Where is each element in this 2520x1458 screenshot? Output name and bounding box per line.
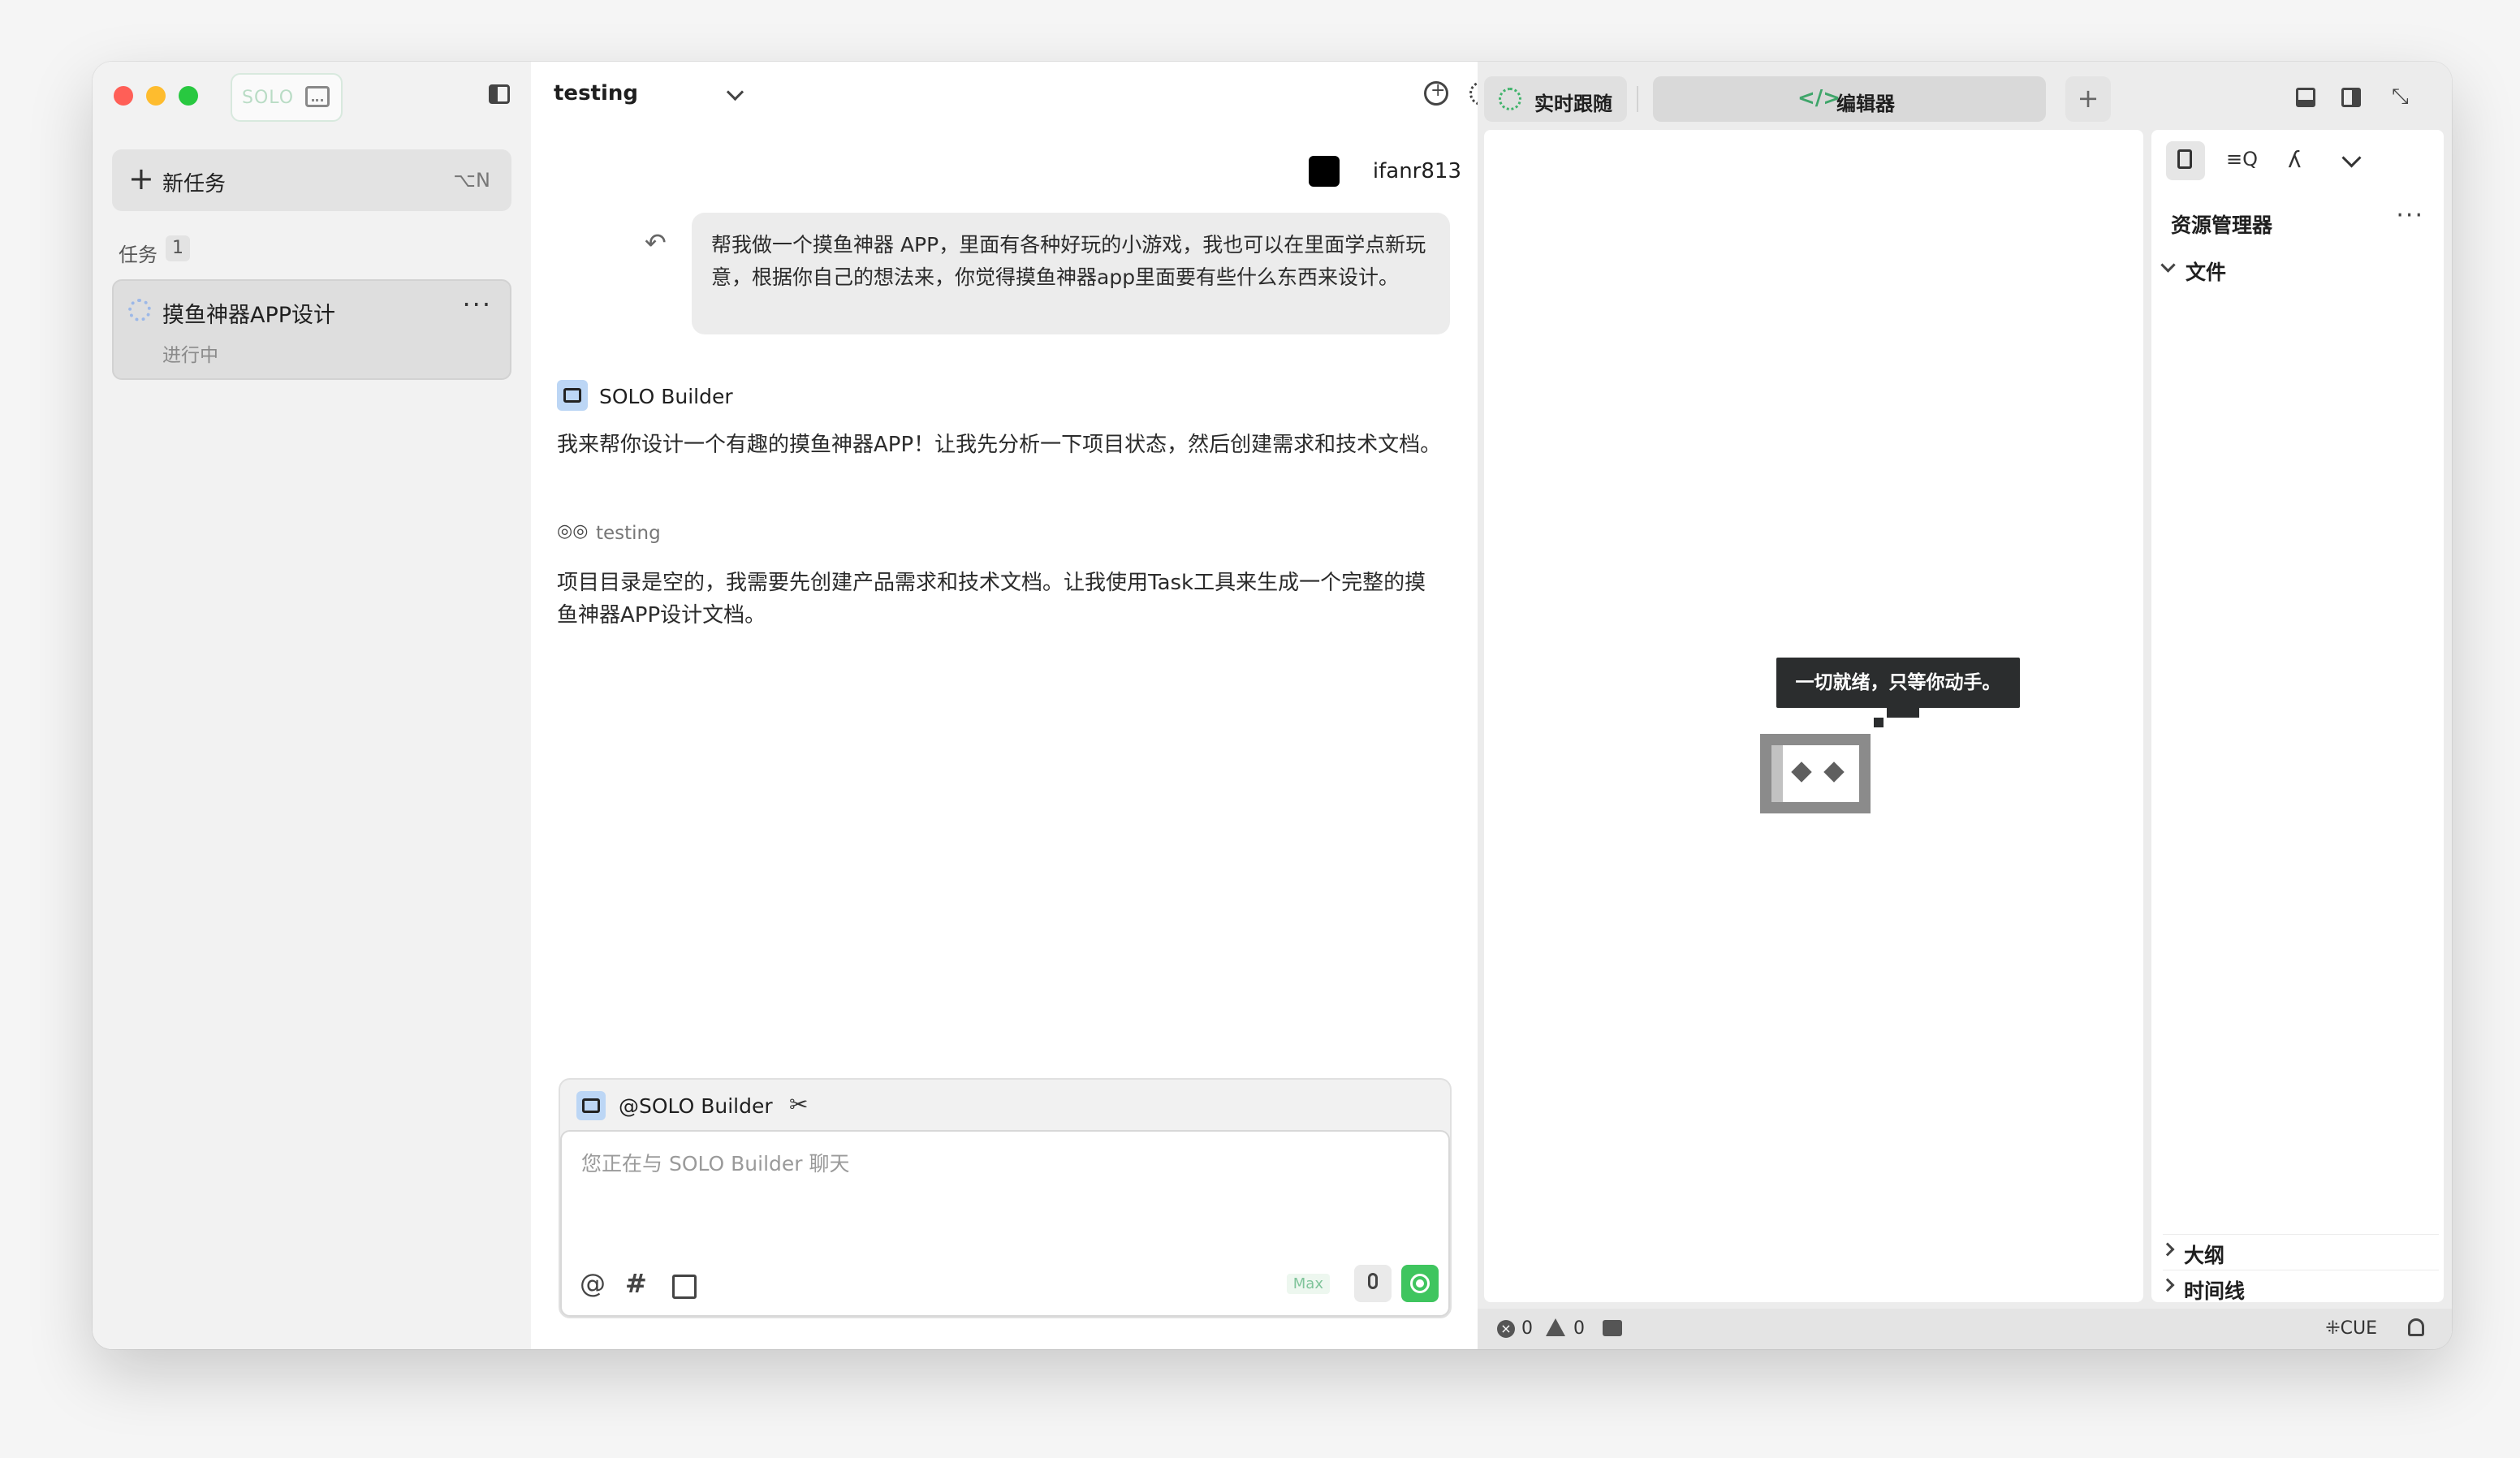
at-mention-icon[interactable]: @ [580, 1268, 606, 1299]
sidebar: SOLO + 新任务 ⌥N 任务 1 摸鱼神器APP设计 ··· 进行中 [93, 62, 531, 1349]
toggle-side-panel-icon[interactable] [2341, 88, 2361, 107]
task-status: 进行中 [162, 345, 218, 366]
hash-icon[interactable]: # [625, 1268, 647, 1299]
add-tab-button[interactable]: + [2065, 76, 2111, 122]
new-chat-icon[interactable] [1424, 80, 1448, 106]
glasses-icon: ◎◎ [557, 521, 589, 541]
live-follow-icon [1499, 88, 1521, 110]
warning-icon[interactable] [1546, 1318, 1565, 1336]
timeline-label: 时间线 [2184, 1279, 2246, 1303]
mascot-icon [1760, 734, 1871, 813]
chat-title[interactable]: testing [554, 81, 638, 106]
right-panel: 实时跟随 </> 编辑器 + ⤡ 一切就绪，只等你动手。 ≡Q ʎ 资源管理器 … [1478, 62, 2452, 1349]
tools-icon[interactable]: ✂ [789, 1091, 808, 1118]
microphone-button[interactable] [1354, 1265, 1392, 1302]
code-icon: </> [1797, 86, 1841, 110]
explorer-title: 资源管理器 [2171, 214, 2273, 237]
tab-label: 编辑器 [1836, 93, 1895, 115]
bell-icon[interactable] [2408, 1318, 2424, 1336]
close-window-button[interactable] [114, 86, 133, 106]
more-options-icon[interactable]: ··· [2396, 201, 2424, 230]
terminal-icon[interactable] [1603, 1320, 1622, 1336]
outline-section[interactable]: 大纲 [2160, 1234, 2439, 1267]
language-mode[interactable]: ⁜CUE [2325, 1318, 2377, 1339]
tab-editor[interactable]: </> 编辑器 [1653, 76, 2046, 122]
sidebar-toggle-icon[interactable] [489, 84, 510, 104]
solo-label: SOLO [242, 88, 295, 108]
plus-icon: + [128, 161, 154, 196]
user-name: ifanr813 [1372, 159, 1461, 183]
tooltip-tail [1887, 708, 1919, 718]
user-message-bubble: 帮我做一个摸鱼神器 APP，里面有各种好玩的小游戏，我也可以在里面学点新玩意，根… [692, 213, 1450, 334]
chevron-down-icon[interactable] [2332, 141, 2371, 180]
bot-logo-icon [576, 1091, 606, 1120]
chevron-down-icon [2160, 257, 2176, 273]
bot-message: 项目目录是空的，我需要先创建产品需求和技术文档。让我使用Task工具来生成一个完… [557, 571, 1426, 628]
explorer-panel: 资源管理器 ··· 文件 大纲 时间线 [2151, 130, 2444, 1303]
task-title: 摸鱼神器APP设计 [162, 303, 336, 328]
image-icon[interactable] [672, 1275, 697, 1299]
chevron-right-icon [2160, 1278, 2175, 1292]
bot-name: SOLO Builder [599, 385, 733, 408]
chevron-right-icon [2160, 1242, 2175, 1257]
collapse-icon[interactable]: ⤡ [2392, 84, 2411, 109]
new-task-shortcut: ⌥N [453, 169, 490, 192]
bot-logo-icon [557, 380, 588, 411]
tasks-header: 任务 [119, 244, 158, 266]
language-label: CUE [2340, 1318, 2377, 1339]
loading-spinner-icon [128, 299, 151, 321]
tooltip-dot [1874, 718, 1884, 727]
task-item[interactable]: 摸鱼神器APP设计 ··· 进行中 [112, 279, 511, 380]
tab-divider [1637, 86, 1638, 112]
app-window: SOLO + 新任务 ⌥N 任务 1 摸鱼神器APP设计 ··· 进行中 tes… [93, 62, 2452, 1349]
undo-icon[interactable]: ↶ [645, 227, 667, 258]
chat-panel: testing ifanr813 ↶ 帮我做一个摸鱼神器 APP，里面有各种好玩… [531, 62, 1539, 1349]
more-options-icon[interactable]: ··· [462, 289, 492, 320]
composer: @SOLO Builder ✂ 您正在与 SOLO Builder 聊天 @ #… [559, 1078, 1452, 1318]
outline-label: 大纲 [2184, 1244, 2225, 1267]
status-bar: × 0 0 ⁜CUE [1478, 1309, 2452, 1349]
minimize-window-button[interactable] [146, 86, 166, 106]
chat-input[interactable]: 您正在与 SOLO Builder 聊天 @ # Max ✦ [560, 1130, 1450, 1317]
solo-mode-toggle[interactable]: SOLO [231, 73, 343, 122]
user-avatar [1309, 156, 1340, 187]
ready-message: 一切就绪，只等你动手。 [1776, 658, 2020, 708]
preview-area: 一切就绪，只等你动手。 [1484, 130, 2143, 1302]
warning-count[interactable]: 0 [1573, 1318, 1585, 1339]
error-icon[interactable]: × [1497, 1320, 1515, 1338]
solo-logo-icon [305, 86, 330, 107]
tab-live-follow[interactable]: 实时跟随 [1484, 76, 1627, 122]
thinking-label: testing [596, 523, 661, 544]
timeline-section[interactable]: 时间线 [2160, 1270, 2439, 1303]
toggle-bottom-panel-icon[interactable] [2296, 88, 2315, 107]
new-task-label: 新任务 [162, 172, 227, 196]
zoom-window-button[interactable] [179, 86, 198, 106]
mode-badge[interactable]: Max [1286, 1274, 1330, 1294]
bot-message: 我来帮你设计一个有趣的摸鱼神器APP！让我先分析一下项目状态，然后创建需求和技术… [557, 433, 1442, 457]
mention-label: @SOLO Builder [619, 1094, 773, 1118]
new-task-button[interactable]: + 新任务 ⌥N [112, 149, 511, 211]
files-label: 文件 [2186, 261, 2227, 284]
files-icon[interactable] [2166, 141, 2205, 180]
chat-input-placeholder: 您正在与 SOLO Builder 聊天 [581, 1152, 850, 1175]
tasks-count-badge: 1 [166, 235, 190, 261]
send-button[interactable] [1401, 1265, 1439, 1302]
search-icon[interactable] [2221, 141, 2260, 180]
source-control-icon[interactable] [2276, 141, 2315, 180]
error-count[interactable]: 0 [1521, 1318, 1533, 1339]
tab-label: 实时跟随 [1534, 93, 1612, 115]
chevron-down-icon[interactable] [726, 83, 744, 101]
